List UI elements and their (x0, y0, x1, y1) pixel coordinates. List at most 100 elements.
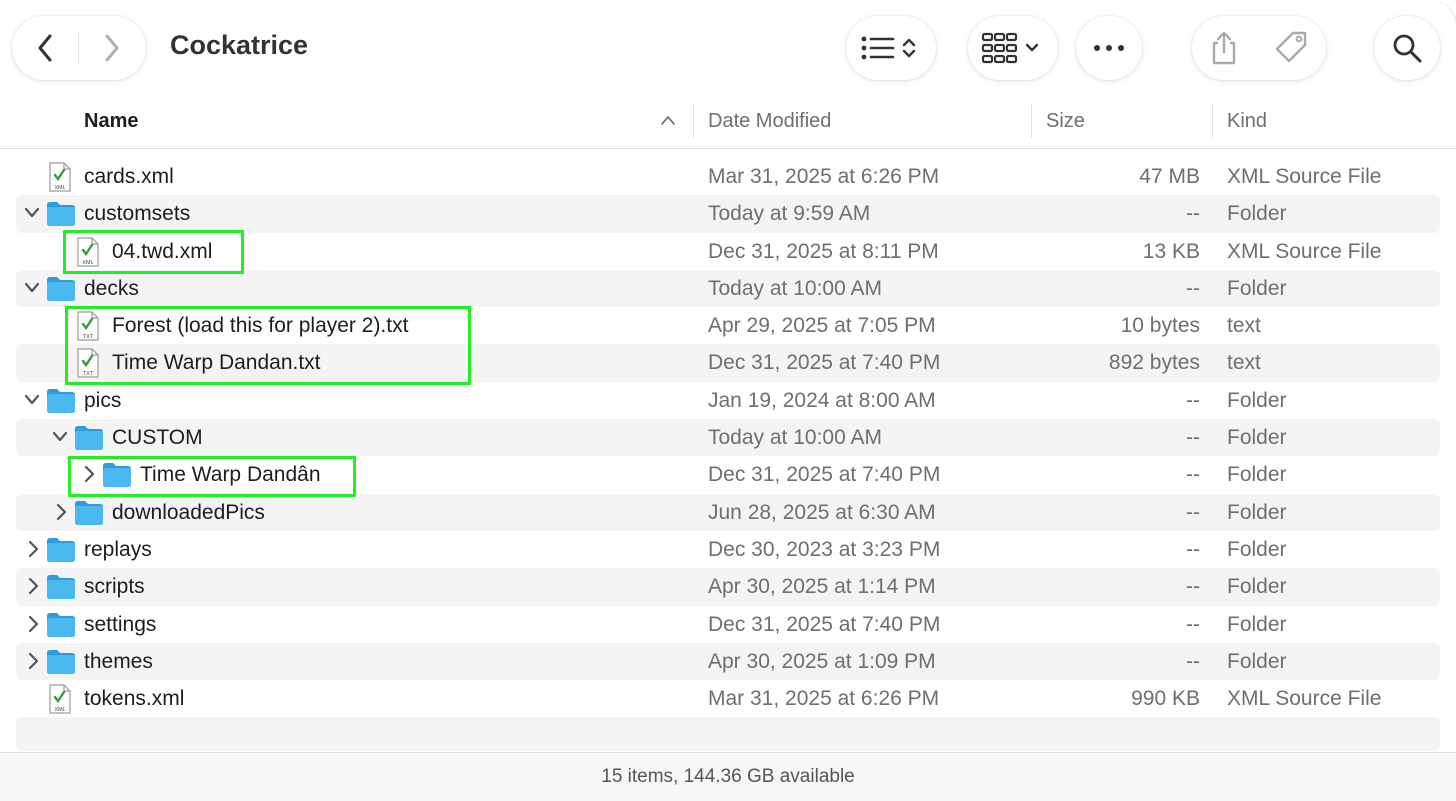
chevron-right-icon (105, 34, 119, 62)
date-modified: Dec 31, 2025 at 7:40 PM (708, 351, 941, 375)
folder-row[interactable]: replays Dec 30, 2023 at 3:23 PM -- Folder (16, 531, 1440, 568)
sort-ascending-icon (661, 116, 675, 125)
back-button[interactable] (12, 16, 78, 80)
column-divider[interactable] (693, 104, 694, 138)
file-name: decks (84, 276, 139, 300)
folder-row[interactable]: downloadedPics Jun 28, 2025 at 6:30 AM -- F… (16, 493, 1440, 531)
text-file-icon: TXT (76, 311, 100, 347)
file-name: scripts (84, 575, 145, 599)
status-text: 15 items, 144.36 GB available (601, 766, 855, 787)
file-size: -- (1186, 537, 1200, 561)
file-size: 47 MB (1139, 165, 1200, 188)
date-modified: Dec 31, 2025 at 7:40 PM (708, 612, 941, 636)
file-name: pics (84, 388, 122, 412)
date-modified: Apr 30, 2025 at 1:09 PM (708, 649, 936, 673)
chevron-right-icon[interactable] (26, 615, 42, 639)
grid-icon (981, 32, 1039, 64)
date-modified: Jan 19, 2024 at 8:00 AM (708, 388, 936, 412)
date-modified: Jun 28, 2025 at 6:30 AM (708, 500, 936, 524)
date-modified: Mar 31, 2025 at 6:26 PM (708, 165, 940, 188)
chevron-right-icon[interactable] (26, 540, 42, 564)
chevron-down-icon[interactable] (24, 279, 40, 303)
tag-icon[interactable] (1273, 30, 1309, 66)
forward-button[interactable] (79, 16, 145, 80)
chevron-down-icon[interactable] (52, 428, 68, 452)
chevron-left-icon (38, 34, 52, 62)
text-file-icon: TXT (76, 348, 100, 384)
file-size: -- (1186, 500, 1200, 524)
toolbar: Cockatrice (0, 0, 1456, 98)
search-button[interactable] (1374, 16, 1440, 80)
chevron-right-icon[interactable] (54, 503, 70, 527)
date-modified: Mar 31, 2025 at 6:26 PM (708, 687, 940, 711)
folder-icon (46, 388, 76, 420)
chevron-right-icon[interactable] (26, 577, 42, 601)
svg-text:XML: XML (54, 185, 65, 191)
file-name: Time Warp Dandan.txt (112, 351, 321, 375)
folder-icon (46, 649, 76, 681)
file-kind: Folder (1227, 463, 1287, 487)
more-actions-button[interactable] (1076, 16, 1142, 80)
window-title: Cockatrice (170, 30, 309, 60)
ellipsis-icon (1094, 45, 1124, 51)
column-divider[interactable] (1212, 104, 1213, 138)
file-kind: Folder (1227, 276, 1287, 300)
folder-icon (102, 462, 132, 494)
folder-row[interactable]: settings Dec 31, 2025 at 7:40 PM -- Folder (16, 606, 1440, 643)
column-divider[interactable] (1031, 104, 1032, 138)
view-options-button[interactable] (846, 16, 936, 80)
folder-icon (46, 276, 76, 308)
file-row[interactable]: XML tokens.xml Mar 31, 2025 at 6:26 PM 990 … (16, 680, 1440, 717)
file-name: downloadedPics (112, 500, 265, 524)
file-kind: XML Source File (1227, 165, 1382, 188)
group-button[interactable] (968, 16, 1058, 80)
svg-text:TXT: TXT (83, 334, 94, 340)
file-name: CUSTOM (112, 426, 203, 450)
file-size: 10 bytes (1120, 314, 1200, 338)
folder-row[interactable]: Time Warp Dandân Dec 31, 2025 at 7:40 PM -… (16, 456, 1440, 493)
date-modified: Dec 31, 2025 at 8:11 PM (708, 239, 939, 263)
svg-text:XML: XML (54, 707, 65, 713)
folder-row[interactable]: customsets Today at 9:59 AM -- Folder (16, 195, 1440, 233)
file-name: customsets (84, 202, 191, 226)
file-row[interactable]: XML 04.twd.xml Dec 31, 2025 at 8:11 PM 13 K… (16, 233, 1440, 270)
chevron-right-icon[interactable] (26, 652, 42, 676)
folder-icon (46, 574, 76, 606)
file-size: -- (1186, 426, 1200, 450)
column-date-modified[interactable]: Date Modified (708, 110, 831, 133)
file-row[interactable]: XML cards.xml Mar 31, 2025 at 6:26 PM 47 MB… (16, 158, 1440, 195)
file-kind: Folder (1227, 500, 1287, 524)
date-modified: Today at 10:00 AM (708, 426, 882, 450)
date-modified: Dec 30, 2023 at 3:23 PM (708, 537, 941, 561)
share-tag-group (1192, 16, 1326, 80)
chevron-down-icon[interactable] (24, 204, 40, 228)
file-list: XML cards.xml Mar 31, 2025 at 6:26 PM 47 MB… (0, 158, 1456, 752)
file-row[interactable]: TXT Forest (load this for player 2).txt Ap… (16, 307, 1440, 344)
file-size: -- (1186, 388, 1200, 412)
file-kind: XML Source File (1227, 687, 1382, 711)
svg-text:XML: XML (82, 260, 93, 266)
file-name: cards.xml (84, 165, 174, 188)
file-kind: Folder (1227, 537, 1287, 561)
date-modified: Dec 31, 2025 at 7:40 PM (708, 463, 941, 487)
file-size: -- (1186, 202, 1200, 226)
chevron-right-icon[interactable] (82, 465, 98, 489)
chevron-down-icon[interactable] (24, 391, 40, 415)
file-kind: text (1227, 314, 1261, 338)
file-size: -- (1186, 463, 1200, 487)
share-icon[interactable] (1209, 30, 1239, 66)
folder-row[interactable]: CUSTOM Today at 10:00 AM -- Folder (16, 419, 1440, 457)
folder-row[interactable]: scripts Apr 30, 2025 at 1:14 PM -- Folder (16, 568, 1440, 606)
search-icon (1393, 34, 1422, 63)
column-size[interactable]: Size (1046, 110, 1085, 133)
column-name[interactable]: Name (84, 110, 138, 133)
date-modified: Today at 10:00 AM (708, 276, 882, 300)
xml-file-icon: XML (48, 684, 72, 720)
folder-row[interactable]: pics Jan 19, 2024 at 8:00 AM -- Folder (16, 382, 1440, 419)
file-row[interactable]: TXT Time Warp Dandan.txt Dec 31, 2025 at 7… (16, 344, 1440, 384)
file-name: tokens.xml (84, 687, 185, 711)
folder-row[interactable]: themes Apr 30, 2025 at 1:09 PM -- Folder (16, 642, 1440, 681)
file-kind: Folder (1227, 649, 1287, 673)
folder-row[interactable]: decks Today at 10:00 AM -- Folder (16, 269, 1440, 308)
column-kind[interactable]: Kind (1227, 110, 1267, 133)
